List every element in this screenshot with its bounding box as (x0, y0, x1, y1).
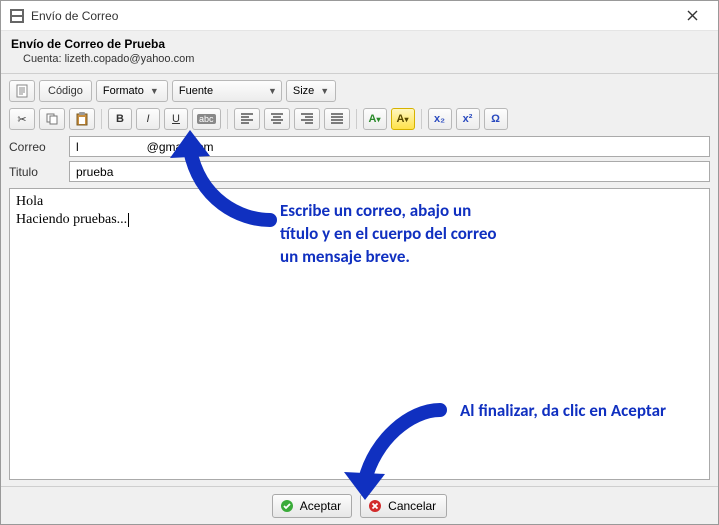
separator (356, 109, 357, 129)
cancel-button[interactable]: Cancelar (360, 494, 447, 518)
chevron-down-icon: ▼ (150, 86, 159, 96)
special-char-button[interactable]: Ω (484, 108, 508, 130)
italic-button[interactable]: I (136, 108, 160, 130)
document-icon (14, 83, 30, 99)
dialog-footer: Aceptar Cancelar (1, 486, 718, 524)
subscript-button[interactable]: x₂ (428, 108, 452, 130)
titulo-input[interactable]: prueba (69, 161, 710, 182)
subheader: Envío de Correo de Prueba Cuenta: lizeth… (1, 31, 718, 74)
email-dialog-window: Envío de Correo Envío de Correo de Prueb… (0, 0, 719, 525)
app-icon (9, 8, 25, 24)
bold-button[interactable]: B (108, 108, 132, 130)
align-justify-icon (329, 111, 345, 127)
separator (227, 109, 228, 129)
toolbar-row-2: ✂ B I U abc A▾ A▾ (9, 108, 710, 130)
text-cursor (128, 213, 129, 227)
separator (421, 109, 422, 129)
titulo-label: Titulo (9, 165, 63, 179)
chevron-down-icon: ▼ (320, 86, 329, 96)
strikethrough-button[interactable]: abc (192, 108, 221, 130)
superscript-button[interactable]: x² (456, 108, 480, 130)
message-body-editor[interactable]: Hola Haciendo pruebas... (9, 188, 710, 480)
check-circle-icon (279, 498, 295, 514)
chevron-down-icon: ▼ (268, 86, 277, 96)
clipboard-icon (74, 111, 90, 127)
strike-icon: abc (197, 114, 216, 124)
close-button[interactable] (672, 2, 712, 30)
text-color-icon: A▾ (369, 113, 381, 125)
text-color-button[interactable]: A▾ (363, 108, 387, 130)
font-select[interactable]: Fuente ▼ (172, 80, 282, 102)
account-label: Cuenta: lizeth.copado@yahoo.com (11, 53, 708, 65)
underline-button[interactable]: U (164, 108, 188, 130)
align-left-icon (239, 111, 255, 127)
content-area: Código Formato ▼ Fuente ▼ Size ▼ ✂ (1, 74, 718, 486)
titlebar: Envío de Correo (1, 1, 718, 31)
accept-button[interactable]: Aceptar (272, 494, 352, 518)
correo-label: Correo (9, 140, 63, 154)
x-circle-icon (367, 498, 383, 514)
source-code-button[interactable]: Código (39, 80, 92, 102)
align-center-button[interactable] (264, 108, 290, 130)
subheader-title: Envío de Correo de Prueba (11, 37, 708, 51)
align-right-button[interactable] (294, 108, 320, 130)
copy-icon (44, 111, 60, 127)
separator (101, 109, 102, 129)
format-select[interactable]: Formato ▼ (96, 80, 168, 102)
scissors-icon: ✂ (14, 111, 30, 127)
body-line: Haciendo pruebas... (16, 211, 703, 229)
paste-button[interactable] (69, 108, 95, 130)
cut-button[interactable]: ✂ (9, 108, 35, 130)
highlight-color-button[interactable]: A▾ (391, 108, 415, 130)
copy-button[interactable] (39, 108, 65, 130)
correo-field-row: Correo l @gmail.com (9, 136, 710, 157)
align-justify-button[interactable] (324, 108, 350, 130)
size-select[interactable]: Size ▼ (286, 80, 336, 102)
align-right-icon (299, 111, 315, 127)
highlight-icon: A▾ (397, 113, 409, 125)
body-line: Hola (16, 193, 703, 211)
align-left-button[interactable] (234, 108, 260, 130)
window-title: Envío de Correo (31, 9, 672, 23)
toolbar-row-1: Código Formato ▼ Fuente ▼ Size ▼ (9, 80, 710, 102)
source-icon-button[interactable] (9, 80, 35, 102)
align-center-icon (269, 111, 285, 127)
titulo-field-row: Titulo prueba (9, 161, 710, 182)
redacted-area (79, 140, 147, 154)
correo-input[interactable]: l @gmail.com (69, 136, 710, 157)
